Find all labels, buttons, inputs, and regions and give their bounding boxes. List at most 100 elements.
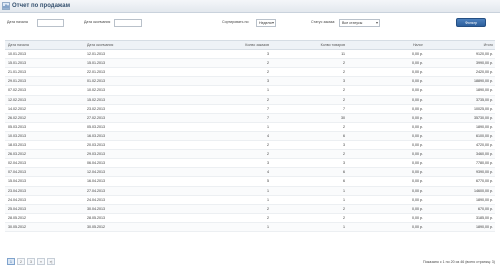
group-by-select[interactable]: Неделя <box>256 19 276 27</box>
next-page-button[interactable]: » <box>37 258 45 265</box>
cell-date-start: 07.02.2013 <box>8 88 26 93</box>
cell-total: 3990,00 р. <box>476 61 493 66</box>
page-3-button[interactable]: 3 <box>27 258 35 265</box>
cell-date-end: 27.04.2013 <box>87 188 105 193</box>
date-from-input[interactable] <box>37 19 64 27</box>
cell-tax: 0,00 р. <box>412 61 423 66</box>
cell-tax: 0,00 р. <box>412 224 423 229</box>
cell-date-end: 06.04.2013 <box>87 161 105 166</box>
cell-total: 1890,00 р. <box>476 124 493 129</box>
cell-date-start: 10.03.2013 <box>8 133 26 138</box>
filter-button[interactable]: Фильтр <box>456 18 486 27</box>
cell-order-count: 2 <box>267 97 269 102</box>
cell-date-end: 27.02.2013 <box>87 115 105 120</box>
cell-date-end: 01.02.2013 <box>87 79 105 84</box>
cell-date-start: 05.03.2013 <box>8 124 26 129</box>
col-tax[interactable]: Налог <box>413 41 423 49</box>
cell-product-count: 6 <box>343 179 345 184</box>
col-date-start[interactable]: Дата начала <box>8 41 29 49</box>
cell-date-start: 29.01.2013 <box>8 79 26 84</box>
cell-date-start: 30.05.2012 <box>8 224 26 229</box>
cell-total: 1890,00 р. <box>476 224 493 229</box>
filter-bar <box>0 14 500 36</box>
cell-tax: 0,00 р. <box>412 133 423 138</box>
date-from-label: Дата начала <box>7 20 28 24</box>
page-1-button[interactable]: 1 <box>7 258 15 265</box>
cell-order-count: 3 <box>267 161 269 166</box>
cell-date-start: 14.02.2012 <box>8 106 26 111</box>
cell-tax: 0,00 р. <box>412 115 423 120</box>
cell-date-end: 30.05.2012 <box>87 224 105 229</box>
cell-order-count: 7 <box>267 115 269 120</box>
cell-tax: 0,00 р. <box>412 70 423 75</box>
cell-date-start: 02.04.2013 <box>8 161 26 166</box>
cell-product-count: 3 <box>343 79 345 84</box>
table-row: 25.04.2013 30.04.2013 2 2 0,00 р. 670,00 р. <box>5 204 495 214</box>
table-row: 26.03.2012 29.03.2013 2 2 0,00 р. 3460,00 р. <box>5 150 495 160</box>
cell-product-count: 2 <box>343 61 345 66</box>
cell-total: 1890,00 р. <box>476 197 493 202</box>
cell-order-count: 1 <box>267 188 269 193</box>
table-row: 05.03.2013 05.03.2013 1 2 0,00 р. 1890,00 р. <box>5 123 495 132</box>
cell-order-count: 5 <box>267 179 269 184</box>
cell-date-start: 07.04.2013 <box>8 170 26 175</box>
table-row: 26.02.2012 27.02.2013 7 30 0,00 р. 35730,00 р… <box>5 113 495 123</box>
cell-tax: 0,00 р. <box>412 197 423 202</box>
cell-order-count: 3 <box>267 52 269 57</box>
cell-date-start: 25.04.2013 <box>8 206 26 211</box>
cell-product-count: 2 <box>343 88 345 93</box>
cell-order-count: 2 <box>267 143 269 148</box>
table-header: Дата начала Дата окончания Колво заказов… <box>5 40 495 51</box>
table-row: 15.04.2013 16.04.2013 5 6 0,00 р. 6770,00 р. <box>5 177 495 187</box>
cell-total: 3460,00 р. <box>476 152 493 157</box>
table-row: 23.04.2013 27.04.2013 1 1 0,00 р. 14600,00 р. <box>5 186 495 196</box>
cell-date-start: 10.01.2013 <box>8 52 26 57</box>
cell-total: 9120,00 р. <box>476 52 493 57</box>
cell-tax: 0,00 р. <box>412 88 423 93</box>
cell-product-count: 2 <box>343 206 345 211</box>
cell-order-count: 2 <box>267 70 269 75</box>
cell-order-count: 1 <box>267 197 269 202</box>
cell-tax: 0,00 р. <box>412 52 423 57</box>
cell-total: 1890,00 р. <box>476 88 493 93</box>
cell-date-start: 21.01.2013 <box>8 70 26 75</box>
cell-total: 35730,00 р. <box>474 115 493 120</box>
cell-order-count: 4 <box>267 170 269 175</box>
cell-total: 7780,00 р. <box>476 161 493 166</box>
cell-tax: 0,00 р. <box>412 161 423 166</box>
col-total[interactable]: Итого <box>484 41 493 49</box>
cell-order-count: 2 <box>267 152 269 157</box>
cell-tax: 0,00 р. <box>412 106 423 111</box>
cell-date-start: 24.04.2013 <box>8 197 26 202</box>
cell-total: 14600,00 р. <box>474 188 493 193</box>
col-date-end[interactable]: Дата окончания <box>87 41 113 49</box>
cell-product-count: 1 <box>343 224 345 229</box>
cell-total: 10025,00 р. <box>474 106 493 111</box>
table-row: 07.04.2013 12.04.2013 4 6 0,00 р. 9390,00 р. <box>5 168 495 178</box>
cell-total: 670,00 р. <box>478 206 493 211</box>
table-row: 29.01.2013 01.02.2013 3 3 0,00 р. 18890,00 р. <box>5 77 495 87</box>
cell-order-count: 1 <box>267 224 269 229</box>
cell-date-start: 15.01.2013 <box>8 61 26 66</box>
date-to-label: Дата окончания <box>84 20 111 24</box>
col-product-count[interactable]: Колво товаров <box>321 41 345 49</box>
cell-date-end: 15.01.2013 <box>87 61 105 66</box>
group-by-label: Сортировать по: <box>222 20 250 24</box>
table-row: 15.01.2013 15.01.2013 2 2 0,00 р. 3990,00 р. <box>5 59 495 69</box>
page-2-button[interactable]: 2 <box>17 258 25 265</box>
cell-tax: 0,00 р. <box>412 188 423 193</box>
cell-date-end: 24.04.2013 <box>87 197 105 202</box>
cell-product-count: 30 <box>341 115 345 120</box>
cell-date-start: 15.04.2013 <box>8 179 26 184</box>
date-to-input[interactable] <box>114 19 142 27</box>
col-order-count[interactable]: Колво заказов <box>245 41 269 49</box>
last-page-button[interactable]: »| <box>47 258 55 265</box>
cell-date-end: 20.03.2013 <box>87 143 105 148</box>
cell-tax: 0,00 р. <box>412 143 423 148</box>
cell-date-start: 23.04.2013 <box>8 188 26 193</box>
cell-tax: 0,00 р. <box>412 97 423 102</box>
table-row: 30.05.2012 30.05.2012 1 1 0,00 р. 1890,00 р. <box>5 222 495 232</box>
status-select[interactable]: Все статусы <box>339 19 380 27</box>
cell-total: 4720,00 р. <box>476 143 493 148</box>
cell-date-end: 22.01.2013 <box>87 70 105 75</box>
